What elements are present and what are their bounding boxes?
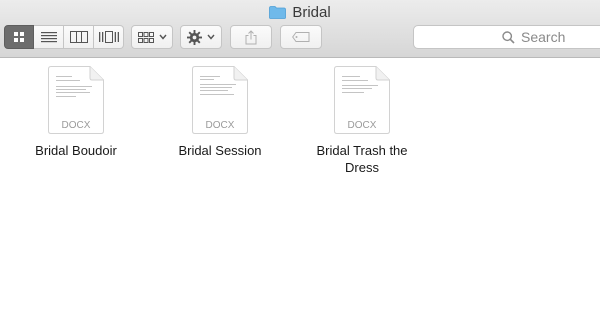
- search-placeholder: Search: [521, 29, 566, 45]
- file-item[interactable]: DOCX Bridal Boudoir: [26, 66, 126, 159]
- window-title: Bridal: [0, 2, 600, 22]
- file-name-line: Bridal Trash the: [316, 143, 408, 158]
- docx-file-icon: DOCX: [192, 66, 248, 134]
- gear-icon: [187, 29, 202, 45]
- file-name-line: Dress: [345, 160, 379, 175]
- icon-view-icon: [14, 32, 24, 42]
- cover-flow-icon: [98, 31, 119, 43]
- grid-icon: [137, 31, 154, 43]
- file-name: Bridal Trash the Dress: [312, 142, 412, 176]
- docx-file-icon: DOCX: [48, 66, 104, 134]
- group-by-button[interactable]: [131, 25, 173, 49]
- chevron-down-icon: [158, 34, 167, 40]
- file-name-line: Bridal Session: [178, 143, 262, 158]
- list-view-icon: [40, 32, 57, 43]
- search-field[interactable]: Search: [413, 25, 600, 49]
- icon-view-button[interactable]: [4, 25, 34, 49]
- search-icon: [502, 30, 515, 44]
- cover-flow-view-button[interactable]: [94, 25, 124, 49]
- share-icon: [245, 29, 257, 44]
- file-type-label: DOCX: [348, 120, 377, 131]
- tag-icon: [292, 32, 310, 42]
- file-item[interactable]: DOCX Bridal Trash the Dress: [312, 66, 412, 176]
- list-view-button[interactable]: [34, 25, 64, 49]
- column-view-icon: [69, 31, 88, 43]
- file-name-line: Bridal Boudoir: [35, 143, 117, 158]
- column-view-button[interactable]: [64, 25, 94, 49]
- window-title-text: Bridal: [292, 3, 331, 21]
- file-name: Bridal Boudoir: [26, 142, 126, 159]
- edit-tags-button[interactable]: [280, 25, 322, 49]
- finder-toolbar: Bridal Search: [0, 0, 600, 58]
- action-menu-button[interactable]: [180, 25, 222, 49]
- share-button[interactable]: [230, 25, 272, 49]
- file-type-label: DOCX: [206, 120, 235, 131]
- docx-file-icon: DOCX: [334, 66, 390, 134]
- folder-icon: [269, 5, 287, 19]
- view-mode-segment: [4, 25, 124, 49]
- chevron-down-icon: [207, 34, 215, 40]
- file-item[interactable]: DOCX Bridal Session: [170, 66, 270, 159]
- file-name: Bridal Session: [170, 142, 270, 159]
- file-type-label: DOCX: [62, 120, 91, 131]
